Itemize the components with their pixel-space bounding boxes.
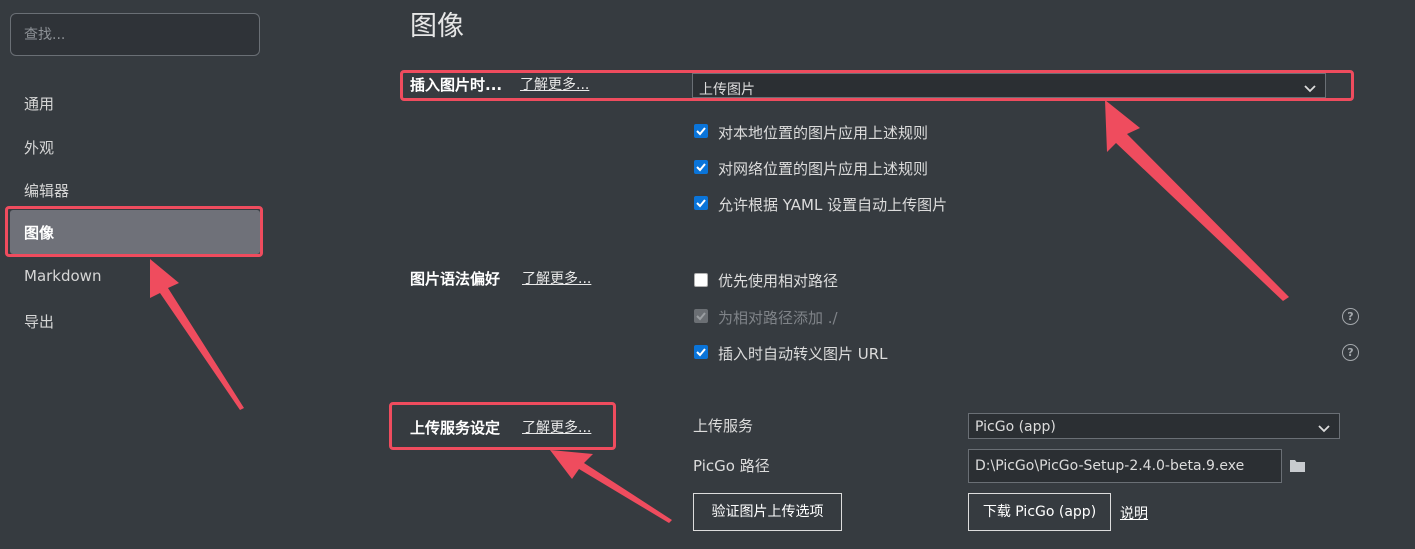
prefer-relative-path-checkbox[interactable] bbox=[694, 273, 708, 287]
folder-icon[interactable] bbox=[1290, 459, 1305, 472]
verify-upload-button[interactable]: 验证图片上传选项 bbox=[693, 493, 842, 531]
sidebar: 通用 外观 编辑器 图像 Markdown 导出 bbox=[0, 0, 273, 549]
prefer-relative-path-label: 优先使用相对路径 bbox=[718, 272, 839, 290]
annotation-highlight-upload bbox=[389, 402, 616, 450]
download-picgo-button[interactable]: 下载 PicGo (app) bbox=[968, 493, 1111, 531]
escape-url-label: 插入时自动转义图片 URL bbox=[718, 345, 888, 363]
yaml-auto-upload-label: 允许根据 YAML 设置自动上传图片 bbox=[718, 196, 948, 214]
upload-service-select-value: PicGo (app) bbox=[975, 419, 1056, 435]
page-title: 图像 bbox=[410, 11, 464, 42]
annotation-highlight-sidebar bbox=[5, 206, 263, 257]
escape-url-checkbox[interactable] bbox=[694, 345, 708, 359]
apply-local-label: 对本地位置的图片应用上述规则 bbox=[718, 124, 929, 142]
sidebar-item-editor[interactable]: 编辑器 bbox=[24, 180, 69, 201]
sidebar-item-appearance[interactable]: 外观 bbox=[24, 137, 54, 158]
service-field-label: 上传服务 bbox=[693, 417, 754, 435]
picgo-path-input[interactable]: D:\PicGo\PicGo-Setup-2.4.0-beta.9.exe bbox=[968, 449, 1282, 483]
syntax-pref-learn-more-link[interactable]: 了解更多... bbox=[522, 268, 591, 288]
syntax-pref-label: 图片语法偏好 bbox=[410, 270, 501, 288]
sidebar-item-general[interactable]: 通用 bbox=[24, 93, 54, 114]
apply-local-checkbox[interactable] bbox=[694, 124, 708, 138]
search-input[interactable] bbox=[10, 13, 260, 56]
help-icon[interactable]: ? bbox=[1342, 344, 1359, 361]
help-icon[interactable]: ? bbox=[1342, 308, 1359, 325]
sidebar-item-export[interactable]: 导出 bbox=[24, 311, 54, 332]
explain-link[interactable]: 说明 bbox=[1120, 503, 1148, 523]
annotation-arrow-upload bbox=[550, 450, 672, 523]
yaml-auto-upload-checkbox[interactable] bbox=[694, 196, 708, 210]
apply-network-label: 对网络位置的图片应用上述规则 bbox=[718, 160, 929, 178]
annotation-arrow-insert bbox=[1105, 100, 1289, 301]
picgo-path-field-label: PicGo 路径 bbox=[693, 457, 770, 475]
sidebar-item-markdown[interactable]: Markdown bbox=[24, 267, 101, 285]
apply-network-checkbox[interactable] bbox=[694, 160, 708, 174]
upload-service-select[interactable]: PicGo (app) bbox=[968, 413, 1340, 439]
annotation-highlight-insert bbox=[400, 70, 1354, 101]
add-dot-slash-label: 为相对路径添加 ./ bbox=[718, 309, 838, 327]
chevron-down-icon bbox=[1318, 425, 1330, 433]
add-dot-slash-checkbox bbox=[694, 309, 708, 323]
